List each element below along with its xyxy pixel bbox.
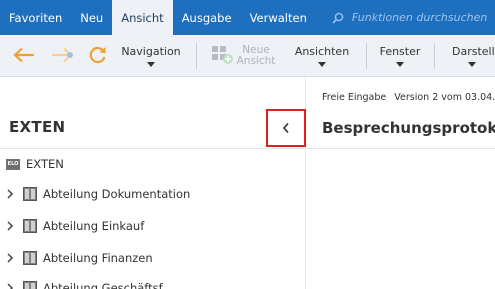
panel-divider <box>307 148 495 149</box>
function-search[interactable]: Funktionen durchsuchen <box>332 0 487 35</box>
tree-item-abteilung-geschaeftsfuehrung[interactable]: Abteilung Geschäftsf... <box>6 281 173 289</box>
toolbar-divider <box>434 43 435 69</box>
document-mask: Freie Eingabe <box>322 92 387 103</box>
document-title: Besprechungsprotoko <box>322 119 495 137</box>
tree-item-label: Abteilung Geschäftsf... <box>43 281 173 289</box>
window-label: Fenster <box>379 45 421 58</box>
new-view-label-line2: Ansicht <box>236 55 276 67</box>
back-arrow-icon[interactable] <box>13 47 35 63</box>
chevron-right-icon[interactable] <box>6 189 16 199</box>
document-meta: Freie Eingabe Version 2 vom 03.04. <box>322 92 495 103</box>
panel-title: EXTEN <box>9 118 66 136</box>
views-dropdown[interactable]: Ansichten <box>294 35 350 77</box>
tree-item-abteilung-einkauf[interactable]: Abteilung Einkauf <box>6 219 144 233</box>
ribbon-toolbar: Navigation Neue Ansicht Ansichten Fenste… <box>0 35 495 77</box>
tree-item-label: Abteilung Dokumentation <box>43 187 191 201</box>
tab-ansicht[interactable]: Ansicht <box>112 0 173 35</box>
navigation-label: Navigation <box>121 45 181 58</box>
window-dropdown[interactable]: Fenster <box>378 35 422 77</box>
tree-item-abteilung-dokumentation[interactable]: Abteilung Dokumentation <box>6 187 190 201</box>
chevron-right-icon[interactable] <box>6 221 16 231</box>
collapse-panel-button[interactable] <box>266 109 306 147</box>
chevron-down-icon <box>396 62 404 67</box>
tab-verwalten[interactable]: Verwalten <box>241 0 316 35</box>
tree-root-label: EXTEN <box>26 157 64 171</box>
toolbar-divider <box>196 43 197 69</box>
chevron-right-icon[interactable] <box>6 253 16 263</box>
search-icon <box>332 12 344 24</box>
new-view-button[interactable]: Neue Ansicht <box>237 35 276 77</box>
ribbon-tab-bar: Favoriten Neu Ansicht Ausgabe Verwalten … <box>0 0 495 35</box>
cabinet-icon <box>23 251 37 265</box>
views-label: Ansichten <box>294 45 350 58</box>
tab-favoriten[interactable]: Favoriten <box>0 0 71 35</box>
document-panel: Freie Eingabe Version 2 vom 03.04. Bespr… <box>307 77 495 289</box>
tree-item-label: Abteilung Finanzen <box>43 251 153 265</box>
search-placeholder: Funktionen durchsuchen <box>351 11 488 24</box>
forward-arrow-icon[interactable] <box>51 47 73 63</box>
display-label: Darstell <box>452 45 495 58</box>
new-view-icon <box>212 46 233 64</box>
cabinet-icon <box>23 219 37 233</box>
cabinet-icon <box>23 187 37 201</box>
repository-panel: EXTEN ELO EXTEN Abteilung Dokumentation … <box>0 77 306 289</box>
tree-root[interactable]: ELO EXTEN <box>6 157 64 171</box>
display-dropdown[interactable]: Darstell <box>452 35 495 77</box>
panel-divider <box>0 148 306 149</box>
tree-item-abteilung-finanzen[interactable]: Abteilung Finanzen <box>6 251 153 265</box>
chevron-left-icon <box>282 122 289 134</box>
tab-ausgabe[interactable]: Ausgabe <box>173 0 241 35</box>
tree-item-label: Abteilung Einkauf <box>43 219 145 233</box>
chevron-down-icon <box>468 62 476 67</box>
chevron-down-icon <box>318 62 326 67</box>
toolbar-divider <box>366 43 367 69</box>
chevron-right-icon[interactable] <box>6 283 16 289</box>
refresh-icon[interactable] <box>88 45 108 65</box>
cabinet-icon <box>23 281 37 289</box>
document-version: Version 2 vom 03.04. <box>394 92 495 103</box>
chevron-down-icon <box>147 62 155 67</box>
navigation-dropdown[interactable]: Navigation <box>120 35 182 77</box>
tab-neu[interactable]: Neu <box>71 0 112 35</box>
elo-repository-icon: ELO <box>6 158 20 170</box>
